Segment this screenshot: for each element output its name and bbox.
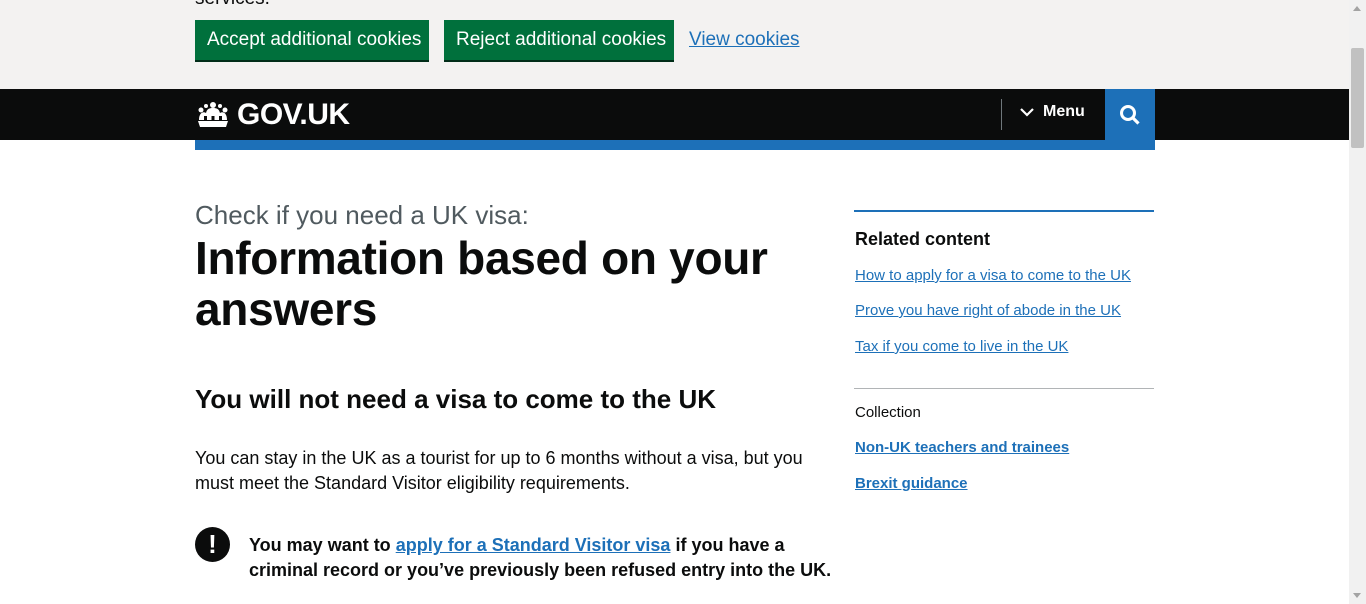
- related-link-right-of-abode[interactable]: Prove you have right of abode in the UK: [855, 302, 1121, 319]
- menu-button[interactable]: Menu: [1020, 103, 1085, 121]
- warning-text: You may want to apply for a Standard Vis…: [249, 533, 839, 583]
- standard-visitor-visa-link[interactable]: apply for a Standard Visitor visa: [396, 535, 671, 555]
- sidebar-separator: [854, 388, 1154, 389]
- page-caption: Check if you need a UK visa:: [195, 200, 529, 230]
- collection-link-teachers[interactable]: Non-UK teachers and trainees: [855, 439, 1069, 456]
- search-icon: [1120, 104, 1140, 125]
- menu-label: Menu: [1043, 103, 1085, 120]
- govuk-logo-link[interactable]: GOV.UK: [195, 98, 350, 131]
- related-link-apply-visa[interactable]: How to apply for a visa to come to the U…: [855, 267, 1131, 284]
- collection-link-brexit[interactable]: Brexit guidance: [855, 475, 968, 492]
- related-content-border: [854, 210, 1154, 212]
- collection-label: Collection: [855, 404, 921, 421]
- scroll-up-icon[interactable]: [1353, 6, 1361, 11]
- header-blue-bar: [195, 140, 1155, 150]
- page-scrollbar[interactable]: [1349, 0, 1366, 604]
- related-link-tax[interactable]: Tax if you come to live in the UK: [855, 338, 1068, 355]
- chevron-down-icon: [1020, 108, 1034, 117]
- warning-icon: !: [195, 527, 230, 562]
- scrollbar-thumb[interactable]: [1351, 48, 1364, 148]
- result-body: You can stay in the UK as a tourist for …: [195, 448, 803, 493]
- reject-cookies-button[interactable]: Reject additional cookies: [444, 20, 674, 60]
- warning-prefix: You may want to: [249, 535, 396, 555]
- scroll-down-icon[interactable]: [1353, 593, 1361, 598]
- search-button[interactable]: [1105, 89, 1155, 140]
- accept-cookies-button[interactable]: Accept additional cookies: [195, 20, 429, 60]
- cookie-banner: services. Accept additional cookies Reje…: [0, 0, 1349, 89]
- result-heading: You will not need a visa to come to the …: [195, 384, 717, 414]
- logo-text: GOV.UK: [237, 98, 350, 131]
- page-title: Information based on your answers: [195, 232, 768, 335]
- header-divider: [1001, 99, 1002, 130]
- related-content-heading: Related content: [855, 229, 991, 249]
- view-cookies-link[interactable]: View cookies: [689, 29, 800, 51]
- crown-icon: [198, 102, 228, 127]
- cookie-banner-text: services.: [195, 0, 270, 10]
- site-header: GOV.UK Menu: [0, 89, 1349, 140]
